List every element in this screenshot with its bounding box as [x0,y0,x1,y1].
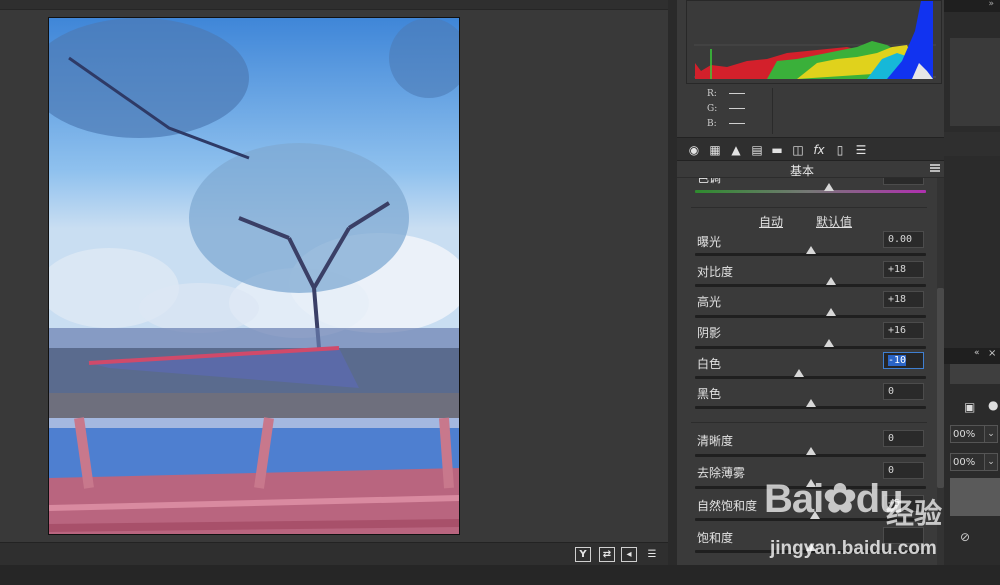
section-divider [691,207,927,208]
dehaze-slider-thumb[interactable] [805,479,816,487]
vibrance-value[interactable]: +5 [883,495,924,512]
adjustment-panel: R: G: B: ◉ ▦ ▲ ▤ ▬ ◫ fx ▯ ☰ 基本 色调 自动 默认值… [668,0,944,565]
contrast-slider-thumb[interactable] [826,277,837,285]
exposure-slider[interactable] [695,246,926,256]
blacks-slider[interactable] [695,399,926,409]
panel-header: 基本 [677,161,944,178]
image-preview-area: Y ⇄ ◂ ☰ [0,0,668,565]
presets-sliders-icon[interactable]: ☰ [854,143,868,157]
saturation-label: 饱和度 [697,531,734,545]
tint-value[interactable] [883,178,924,185]
saturation-slider[interactable] [695,543,926,553]
tint-label: 色调 [697,178,722,185]
collapse-left-icon[interactable]: « [974,348,980,358]
highlights-slider-thumb[interactable] [826,308,837,316]
clarity-slider-thumb[interactable] [805,447,816,455]
readout-divider [772,88,773,134]
shadows-slider[interactable] [695,339,926,349]
exposure-slider-thumb[interactable] [805,246,816,254]
vibrance-label: 自然饱和度 [697,499,758,513]
vibrance-slider[interactable] [695,511,926,521]
highlights-value[interactable]: +18 [883,291,924,308]
blacks-label: 黑色 [697,387,722,401]
highlights-label: 高光 [697,295,722,309]
readout-g: G: [707,104,746,114]
whites-slider[interactable] [695,369,926,379]
whites-slider-thumb[interactable] [793,369,804,377]
brush-icon[interactable]: ● [988,398,998,412]
shadows-label: 阴影 [697,326,722,340]
side-panel-header [944,132,1000,156]
panel-scrollbar-thumb[interactable] [937,288,944,488]
histogram-graph [694,1,936,79]
panel-tool-tabs: ◉ ▦ ▲ ▤ ▬ ◫ fx ▯ ☰ [677,137,944,161]
clarity-label: 清晰度 [697,434,734,448]
readout-b: B: [707,119,745,129]
opacity-dropdown[interactable]: ⌄ [984,425,998,443]
histogram [686,0,942,84]
shadows-slider-thumb[interactable] [823,339,834,347]
rgb-readout: R: G: B: [686,86,942,136]
preview-bottom-toolbar: Y ⇄ ◂ ☰ [0,542,668,565]
shadows-value[interactable]: +16 [883,322,924,339]
panel-menu-icon[interactable] [930,164,940,172]
collapse-arrows-icon[interactable]: » [988,0,994,9]
swap-settings-button[interactable]: ⇄ [599,547,615,562]
camera-calibration-icon[interactable]: ▯ [833,143,847,157]
tint-slider-thumb[interactable] [823,183,834,191]
lens-corrections-icon[interactable]: ◫ [791,143,805,157]
close-icon[interactable]: × [988,348,996,359]
blacks-slider-thumb[interactable] [805,399,816,407]
side-panel-bar-lower: « × [944,348,1000,364]
side-panel-upper [950,38,1000,126]
photo-image [49,18,459,534]
default-button[interactable]: 默认值 [816,213,852,230]
link-layers-icon[interactable]: ⊘ [960,530,970,544]
layer-thumbnail[interactable] [950,478,1000,516]
split-toning-icon[interactable]: ▬ [770,143,784,157]
lock-icon[interactable]: ▣ [964,400,975,414]
dehaze-label: 去除薄雾 [697,466,746,480]
dehaze-value[interactable]: 0 [883,462,924,479]
dehaze-slider[interactable] [695,479,926,489]
whites-value[interactable]: -10 [883,352,924,369]
panel-scrollbar[interactable] [937,178,944,565]
fill-dropdown[interactable]: ⌄ [984,453,998,471]
panel-title: 基本 [789,164,814,178]
contrast-slider[interactable] [695,277,926,287]
side-panel-tabbar [950,364,1000,384]
before-after-toggle-button[interactable]: Y [575,547,591,562]
whites-label: 白色 [697,357,722,371]
vibrance-slider-thumb[interactable] [810,511,821,519]
preview-top-toolbar [0,0,668,10]
clarity-value[interactable]: 0 [883,430,924,447]
auto-button[interactable]: 自动 [759,213,783,230]
basic-aperture-icon[interactable]: ◉ [687,143,701,157]
photo-preview[interactable] [48,17,460,535]
contrast-label: 对比度 [697,265,734,279]
hsl-icon[interactable]: ▤ [750,143,764,157]
effects-fx-icon[interactable]: fx [812,143,826,157]
copy-settings-button[interactable]: ◂ [621,547,637,562]
status-strip [0,565,1000,585]
detail-mountain-icon[interactable]: ▲ [729,143,743,157]
toggle-default-settings-button[interactable]: ☰ [644,547,660,562]
saturation-slider-thumb[interactable] [805,543,816,551]
contrast-value[interactable]: +18 [883,261,924,278]
exposure-label: 曝光 [697,235,722,249]
exposure-value[interactable]: 0.00 [883,231,924,248]
saturation-value[interactable] [883,527,924,544]
clarity-slider[interactable] [695,447,926,457]
readout-r: R: [707,89,745,99]
tone-curve-grid-icon[interactable]: ▦ [708,143,722,157]
blacks-value[interactable]: 0 [883,383,924,400]
side-panels: » « × ▣ ● 00% ⌄ 00% ⌄ ⊘ [944,0,1000,565]
basic-controls: 色调 自动 默认值 曝光 0.00 对比度 +18 高光 +18 阴影 +16 … [677,178,935,565]
highlights-slider[interactable] [695,308,926,318]
whites-value-text: -10 [888,355,907,366]
section-divider [691,422,927,423]
tint-slider[interactable] [695,183,926,193]
side-panel-bar: » [944,0,1000,12]
